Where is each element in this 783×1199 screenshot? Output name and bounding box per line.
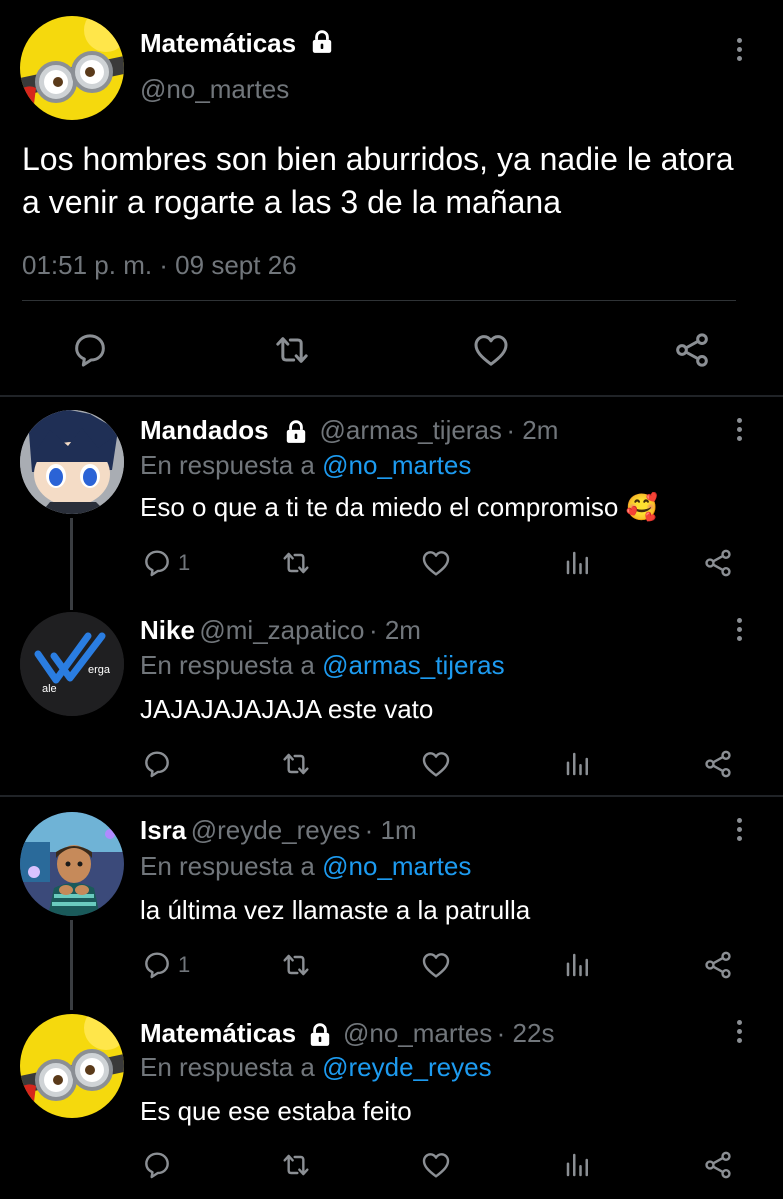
reply-icon[interactable] bbox=[70, 330, 110, 370]
tweet-text: Los hombres son bien aburridos, ya nadie… bbox=[22, 141, 734, 220]
like-icon[interactable] bbox=[420, 1149, 452, 1181]
author-handle: @no_martes bbox=[140, 74, 290, 104]
reply-prefix: En respuesta a bbox=[140, 450, 315, 480]
author-name: Matemáticas bbox=[140, 28, 335, 59]
lock-icon bbox=[309, 29, 335, 55]
like-icon[interactable] bbox=[420, 547, 452, 579]
stats-icon[interactable] bbox=[563, 950, 593, 980]
author-handle[interactable]: @mi_zapatico bbox=[199, 615, 364, 645]
more-options-icon[interactable] bbox=[736, 418, 744, 445]
reply-icon[interactable] bbox=[141, 547, 173, 579]
reply-count: 1 bbox=[178, 952, 191, 977]
mention-link[interactable]: @reyde_reyes bbox=[322, 1052, 491, 1082]
thread-line bbox=[70, 518, 73, 610]
avatar[interactable] bbox=[20, 1014, 124, 1118]
avatar[interactable]: ale erga bbox=[20, 612, 124, 716]
share-icon[interactable] bbox=[702, 748, 734, 780]
tweet-timestamp: 01:51 p. m. · 09 sept 26 bbox=[22, 250, 297, 280]
stats-icon[interactable] bbox=[563, 1150, 593, 1180]
like-icon[interactable] bbox=[420, 748, 452, 780]
share-icon[interactable] bbox=[672, 330, 712, 370]
avatar[interactable] bbox=[20, 16, 124, 120]
author-name: Nike bbox=[140, 615, 195, 645]
retweet-icon[interactable] bbox=[280, 949, 312, 981]
author-handle[interactable]: @armas_tijeras bbox=[319, 415, 501, 445]
reply-context: En respuesta a @no_martes bbox=[140, 851, 471, 882]
author-name: Matemáticas bbox=[140, 1018, 297, 1048]
author-name: Isra bbox=[140, 815, 187, 845]
divider bbox=[0, 395, 783, 397]
reply-context: En respuesta a @no_martes bbox=[140, 450, 471, 481]
share-icon[interactable] bbox=[702, 547, 734, 579]
reply-text: la última vez llamaste a la patrulla bbox=[140, 895, 531, 925]
reply-text: Eso o que a ti te da miedo el compromiso bbox=[140, 492, 619, 522]
more-options-icon[interactable] bbox=[736, 618, 744, 645]
like-icon[interactable] bbox=[471, 330, 511, 370]
stats-icon[interactable] bbox=[563, 749, 593, 779]
retweet-icon[interactable] bbox=[280, 547, 312, 579]
reply-header: Mandados @armas_tijeras · 2m bbox=[140, 415, 558, 446]
share-icon[interactable] bbox=[702, 949, 734, 981]
avatar-text: ale bbox=[42, 683, 57, 695]
reply-text: JAJAJAJAJAJA este vato bbox=[140, 694, 434, 724]
divider bbox=[0, 795, 783, 797]
more-options-icon[interactable] bbox=[736, 818, 744, 845]
reply-header: Matemáticas @no_martes · 22s bbox=[140, 1018, 554, 1049]
reply-header: Isra @reyde_reyes · 1m bbox=[140, 815, 417, 846]
reply-context: En respuesta a @reyde_reyes bbox=[140, 1052, 492, 1083]
more-options-icon[interactable] bbox=[736, 1020, 744, 1047]
reply-text-wrap: Eso o que a ti te da miedo el compromiso… bbox=[140, 492, 658, 523]
reply-text: Es que ese estaba feito bbox=[140, 1096, 412, 1126]
reply-prefix: En respuesta a bbox=[140, 650, 315, 680]
reply-icon[interactable] bbox=[141, 748, 173, 780]
lock-icon bbox=[283, 419, 309, 445]
valeverga-logo: ale erga bbox=[20, 612, 124, 716]
mention-link[interactable]: @armas_tijeras bbox=[322, 650, 504, 680]
reply-context: En respuesta a @armas_tijeras bbox=[140, 650, 505, 681]
reply-prefix: En respuesta a bbox=[140, 1052, 315, 1082]
reply-time: · 2m bbox=[506, 415, 559, 445]
mention-link[interactable]: @no_martes bbox=[322, 851, 471, 881]
reply-header: Nike @mi_zapatico · 2m bbox=[140, 615, 421, 646]
more-options-icon[interactable] bbox=[736, 38, 744, 65]
reply-time: · 1m bbox=[364, 815, 417, 845]
thread-line bbox=[70, 920, 73, 1010]
reply-time: · 22s bbox=[496, 1018, 555, 1048]
stats-icon[interactable] bbox=[563, 548, 593, 578]
retweet-icon[interactable] bbox=[280, 1149, 312, 1181]
retweet-icon[interactable] bbox=[272, 330, 312, 370]
lock-icon bbox=[307, 1022, 333, 1048]
divider bbox=[22, 300, 736, 301]
author-handle[interactable]: @no_martes bbox=[343, 1018, 492, 1048]
mention-link[interactable]: @no_martes bbox=[322, 450, 471, 480]
reply-time: · 2m bbox=[368, 615, 421, 645]
like-icon[interactable] bbox=[420, 949, 452, 981]
avatar-text: erga bbox=[88, 664, 111, 676]
reply-count: 1 bbox=[178, 550, 191, 575]
author-name: Mandados bbox=[140, 415, 269, 445]
retweet-icon[interactable] bbox=[280, 748, 312, 780]
author-name-text: Matemáticas bbox=[140, 28, 297, 58]
reply-prefix: En respuesta a bbox=[140, 851, 315, 881]
reply-icon[interactable] bbox=[141, 1149, 173, 1181]
smiling-face-with-hearts-emoji: 🥰 bbox=[625, 492, 658, 522]
avatar[interactable] bbox=[20, 410, 124, 514]
reply-icon[interactable] bbox=[141, 949, 173, 981]
avatar[interactable] bbox=[20, 812, 124, 916]
author-handle[interactable]: @reyde_reyes bbox=[191, 815, 360, 845]
share-icon[interactable] bbox=[702, 1149, 734, 1181]
